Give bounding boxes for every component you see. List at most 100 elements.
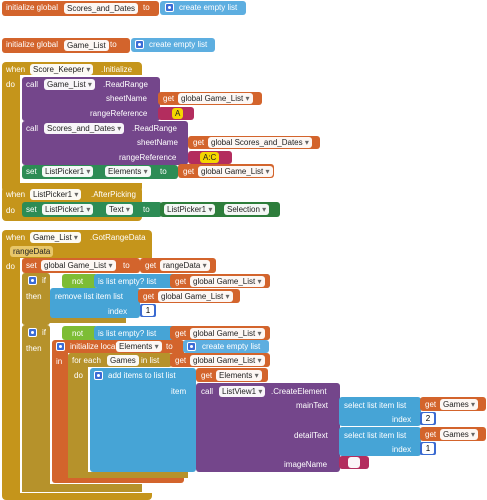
gear-icon[interactable] bbox=[28, 328, 37, 337]
if-label: if bbox=[42, 328, 46, 337]
variable-dropdown[interactable]: global Scores_and_Dates bbox=[208, 137, 312, 148]
global-var-name-field[interactable]: Scores_and_Dates bbox=[64, 3, 139, 14]
text-string-field[interactable] bbox=[348, 457, 360, 468]
component-dropdown[interactable]: Game_List bbox=[44, 79, 95, 90]
text-string-field[interactable]: A:C bbox=[200, 152, 220, 163]
get-label: get bbox=[163, 94, 175, 103]
to-label: to bbox=[123, 261, 130, 270]
is-list-empty-label: is list empty? list bbox=[98, 277, 157, 286]
item-label: item bbox=[171, 387, 187, 396]
when-label: when bbox=[6, 65, 26, 74]
gear-icon[interactable] bbox=[135, 40, 144, 49]
variable-dropdown[interactable]: Games bbox=[440, 429, 479, 440]
then-label: then bbox=[26, 344, 42, 353]
property-dropdown[interactable]: Elements bbox=[105, 166, 151, 177]
variable-dropdown[interactable]: global Game_List bbox=[158, 291, 233, 302]
gear-icon[interactable] bbox=[165, 3, 174, 12]
get-label: get bbox=[201, 371, 213, 380]
in-label: in bbox=[56, 357, 63, 366]
component-dropdown[interactable]: ListPicker1 bbox=[42, 166, 94, 177]
set-label: set bbox=[26, 205, 37, 214]
index-label: index bbox=[108, 307, 128, 316]
then-label: then bbox=[26, 292, 42, 301]
in-list-label: in list bbox=[141, 356, 160, 365]
to-label: to bbox=[110, 40, 117, 49]
event-name-label: .AfterPicking bbox=[91, 190, 136, 199]
remove-list-item-label: remove list item list bbox=[55, 292, 124, 301]
get-label: get bbox=[145, 261, 157, 270]
not-label: not bbox=[72, 329, 84, 338]
variable-dropdown[interactable]: rangeData bbox=[160, 260, 210, 271]
create-empty-list-label: create empty list bbox=[179, 3, 238, 12]
index-label: index bbox=[392, 445, 412, 454]
get-label: get bbox=[193, 138, 205, 147]
init-local-label: initialize local bbox=[70, 342, 118, 351]
component-dropdown[interactable]: Scores_and_Dates bbox=[44, 123, 125, 134]
do-label: do bbox=[74, 371, 83, 380]
get-label: get bbox=[143, 292, 155, 301]
gear-icon[interactable] bbox=[28, 276, 37, 285]
component-dropdown[interactable]: Score_Keeper bbox=[30, 64, 94, 75]
for-each-footer bbox=[68, 472, 188, 478]
init-global-label: initialize global bbox=[6, 3, 59, 12]
component-dropdown[interactable]: ListView1 bbox=[219, 386, 266, 397]
method-name-label: .CreateElement bbox=[271, 387, 327, 396]
get-label: get bbox=[175, 329, 187, 338]
global-var-name-field[interactable]: Game_List bbox=[64, 40, 109, 51]
get-label: get bbox=[425, 430, 437, 439]
arg-label-sheetname: sheetName bbox=[137, 138, 178, 147]
gear-icon[interactable] bbox=[94, 371, 103, 380]
call-label: call bbox=[26, 124, 39, 133]
get-label: get bbox=[183, 167, 195, 176]
component-dropdown[interactable]: ListPicker1 bbox=[164, 204, 216, 215]
component-dropdown[interactable]: ListPicker1 bbox=[30, 189, 82, 200]
variable-dropdown[interactable]: Elements bbox=[216, 370, 262, 381]
when-label: when bbox=[6, 233, 26, 242]
is-list-empty-label: is list empty? list bbox=[98, 329, 157, 338]
variable-dropdown[interactable]: global Game_List bbox=[178, 93, 253, 104]
get-label: get bbox=[175, 356, 187, 365]
select-list-item-label: select list item list bbox=[344, 401, 407, 410]
variable-dropdown[interactable]: global Game_List bbox=[190, 328, 265, 339]
set-label: set bbox=[26, 261, 37, 270]
add-items-to-list-block[interactable] bbox=[90, 368, 196, 472]
do-label: do bbox=[6, 206, 15, 215]
property-dropdown[interactable]: Text bbox=[106, 204, 133, 215]
gear-icon[interactable] bbox=[56, 342, 65, 351]
component-dropdown[interactable]: Game_List bbox=[30, 232, 81, 243]
text-string-field[interactable]: A bbox=[172, 108, 184, 119]
if-block-footer bbox=[22, 484, 142, 492]
to-label: to bbox=[166, 342, 173, 351]
number-field[interactable]: 1 bbox=[142, 305, 154, 316]
number-field[interactable]: 1 bbox=[422, 443, 434, 454]
arg-label-imagename: imageName bbox=[284, 460, 328, 469]
get-label: get bbox=[175, 277, 187, 286]
method-name-label: .ReadRange bbox=[103, 80, 148, 89]
variable-dropdown[interactable]: global Game_List bbox=[41, 260, 116, 271]
arg-label-sheetname: sheetName bbox=[106, 94, 147, 103]
create-empty-list-label: create empty list bbox=[149, 40, 208, 49]
init-global-label: initialize global bbox=[6, 40, 59, 49]
variable-dropdown[interactable]: Games bbox=[440, 399, 479, 410]
arg-label-detailtext: detailText bbox=[294, 431, 328, 440]
loop-var-field[interactable]: Games bbox=[107, 355, 139, 366]
variable-dropdown[interactable]: global Game_List bbox=[190, 355, 265, 366]
method-name-label: .ReadRange bbox=[132, 124, 177, 133]
for-each-label: for each bbox=[72, 356, 101, 365]
do-label: do bbox=[6, 262, 15, 271]
variable-dropdown[interactable]: global Game_List bbox=[190, 276, 265, 287]
not-label: not bbox=[72, 277, 84, 286]
number-field[interactable]: 2 bbox=[422, 413, 434, 424]
gear-icon[interactable] bbox=[187, 342, 196, 351]
variable-dropdown[interactable]: global Game_List bbox=[198, 166, 273, 177]
property-dropdown[interactable]: Selection bbox=[224, 204, 270, 215]
to-label: to bbox=[143, 205, 150, 214]
local-var-name-field[interactable]: Elements bbox=[116, 341, 162, 352]
arg-label-rangereference: rangeReference bbox=[119, 153, 177, 162]
add-items-label: add items to list list bbox=[108, 371, 176, 380]
event-param-field[interactable]: rangeData bbox=[10, 246, 54, 257]
event-name-label: .GotRangeData bbox=[90, 233, 146, 242]
component-dropdown[interactable]: ListPicker1 bbox=[42, 204, 94, 215]
call-label: call bbox=[201, 387, 214, 396]
set-label: set bbox=[26, 167, 37, 176]
